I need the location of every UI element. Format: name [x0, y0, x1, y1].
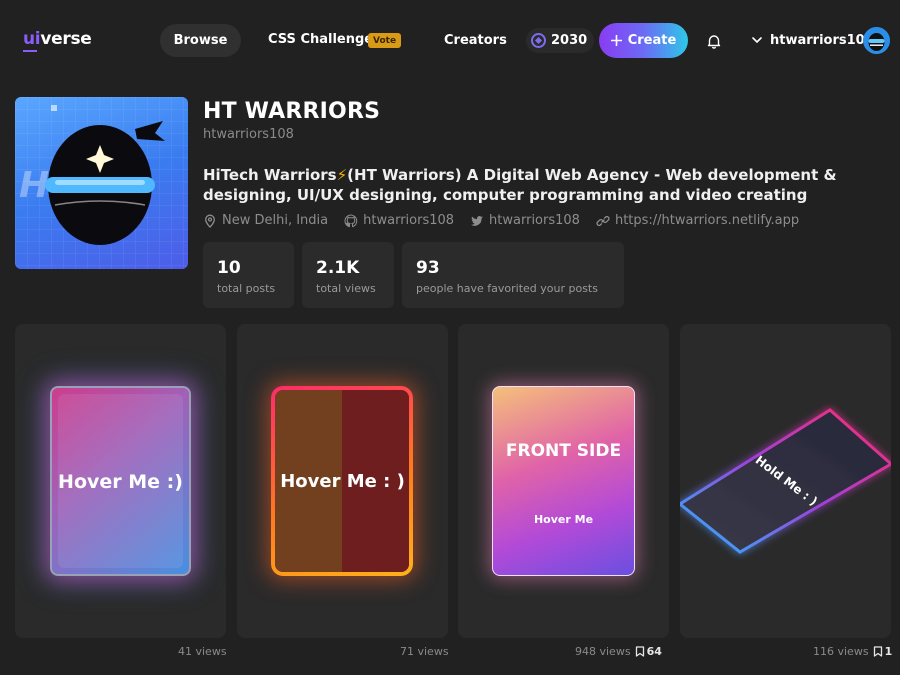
- twitter-label: htwarriors108: [489, 213, 580, 228]
- bio-text-start: HiTech Warriors: [203, 166, 337, 184]
- bookmark-icon: [873, 646, 882, 657]
- website-label: https://htwarriors.netlify.app: [614, 213, 800, 228]
- username-label: htwarriors108: [770, 33, 874, 48]
- stat-value: 93: [416, 258, 440, 278]
- location: New Delhi, India: [203, 213, 328, 228]
- user-menu[interactable]: htwarriors108: [752, 33, 874, 48]
- profile-handle: htwarriors108: [203, 127, 294, 142]
- ninja-mascot-icon: HiTech: [15, 97, 188, 269]
- profile-meta: New Delhi, India htwarriors108 htwarrior…: [203, 213, 799, 228]
- post-preview-text: Hover Me: [533, 513, 594, 526]
- points-value: 2030: [551, 33, 588, 48]
- top-navbar: uiverse Browse CSS Challenges Vote Creat…: [0, 0, 900, 80]
- stat-favorites: 93 people have favorited your posts: [402, 242, 624, 308]
- views-label: 71 views: [400, 645, 449, 658]
- post-preview-text: Hover Me : ): [280, 471, 405, 492]
- bell-icon[interactable]: [706, 33, 722, 49]
- nav-css-challenges-label: CSS Challenges: [268, 32, 381, 47]
- plus-icon: [610, 35, 622, 46]
- points-coin-icon: [531, 33, 546, 48]
- bookmark-count[interactable]: 64: [635, 645, 662, 658]
- user-avatar[interactable]: [863, 27, 890, 54]
- logo-part-verse: verse: [40, 29, 92, 49]
- create-button-label: Create: [627, 33, 677, 48]
- create-button[interactable]: Create: [599, 23, 688, 58]
- nav-browse-label: Browse: [173, 33, 228, 48]
- link-icon: [596, 215, 610, 226]
- stat-value: 2.1K: [316, 258, 360, 278]
- post-card[interactable]: Hover Me : ): [237, 324, 448, 638]
- twitter-icon: [471, 215, 484, 226]
- vote-badge[interactable]: Vote: [368, 33, 402, 48]
- logo-part-ui: ui: [23, 29, 41, 49]
- stat-total-posts: 10 total posts: [203, 242, 294, 308]
- nav-creators-label: Creators: [444, 33, 507, 48]
- stat-label: total posts: [217, 282, 276, 295]
- post-preview-front-text: FRONT SIDE: [505, 441, 622, 461]
- points-counter[interactable]: 2030: [526, 28, 595, 53]
- nav-browse[interactable]: Browse: [160, 24, 241, 57]
- post-card[interactable]: FRONT SIDE Hover Me: [458, 324, 669, 638]
- nav-css-challenges[interactable]: CSS Challenges: [268, 32, 381, 47]
- post-preview-iso-card[interactable]: Hold Me : ): [680, 324, 891, 638]
- post-views: 948 views 64: [575, 645, 662, 658]
- profile-image: HiTech: [15, 97, 188, 269]
- post-card[interactable]: Hover Me :): [15, 324, 226, 638]
- post-views: 116 views 1: [813, 645, 892, 658]
- post-preview-text: Hover Me :): [58, 471, 183, 493]
- ninja-avatar-icon: [863, 27, 890, 54]
- location-label: New Delhi, India: [222, 213, 329, 228]
- profile-name: HT WARRIORS: [203, 99, 381, 124]
- github-label: htwarriors108: [363, 213, 455, 228]
- stat-label: total views: [316, 282, 376, 295]
- stat-total-views: 2.1K total views: [302, 242, 394, 308]
- bookmark-icon: [635, 646, 644, 657]
- nav-creators[interactable]: Creators: [444, 33, 507, 48]
- stat-label: people have favorited your posts: [416, 282, 598, 295]
- uiverse-logo[interactable]: uiverse: [23, 29, 92, 52]
- post-views: 41 views: [178, 645, 227, 658]
- twitter-link[interactable]: htwarriors108: [470, 213, 580, 228]
- github-icon: [344, 213, 358, 227]
- bookmark-count[interactable]: 1: [873, 645, 893, 658]
- views-label: 41 views: [178, 645, 227, 658]
- lightning-emoji: ⚡: [336, 166, 348, 184]
- views-label: 116 views: [813, 645, 869, 658]
- logo-underline: [23, 50, 37, 52]
- chevron-down-icon: [752, 37, 762, 44]
- post-views: 71 views: [400, 645, 449, 658]
- bookmark-value: 1: [884, 645, 893, 658]
- profile-bio: HiTech Warriors⚡(HT Warriors) A Digital …: [203, 165, 883, 205]
- bookmark-value: 64: [646, 645, 662, 658]
- location-pin-icon: [205, 214, 215, 228]
- post-preview-flip-card[interactable]: [492, 386, 635, 576]
- website-link[interactable]: https://htwarriors.netlify.app: [596, 213, 799, 228]
- github-link[interactable]: htwarriors108: [344, 213, 454, 228]
- stat-value: 10: [217, 258, 241, 278]
- views-label: 948 views: [575, 645, 631, 658]
- post-card[interactable]: Hold Me : ): [680, 324, 891, 638]
